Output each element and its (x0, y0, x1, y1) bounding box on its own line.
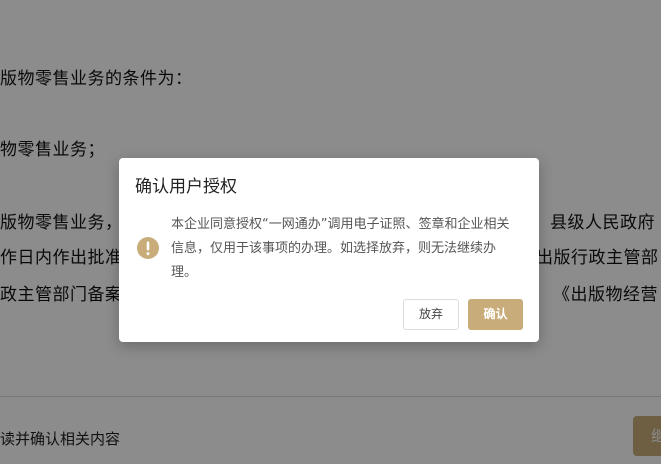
warning-circle-icon (137, 237, 159, 259)
authorization-dialog: 确认用户授权 本企业同意授权“一网通办”调用电子证照、签章和企业相关信息，仅用于… (119, 158, 539, 342)
dialog-title: 确认用户授权 (135, 177, 237, 197)
dialog-message: 本企业同意授权“一网通办”调用电子证照、签章和企业相关信息，仅用于该事项的办理。… (171, 217, 510, 280)
cancel-button[interactable]: 放弃 (403, 299, 459, 330)
confirm-button[interactable]: 确认 (468, 299, 523, 330)
